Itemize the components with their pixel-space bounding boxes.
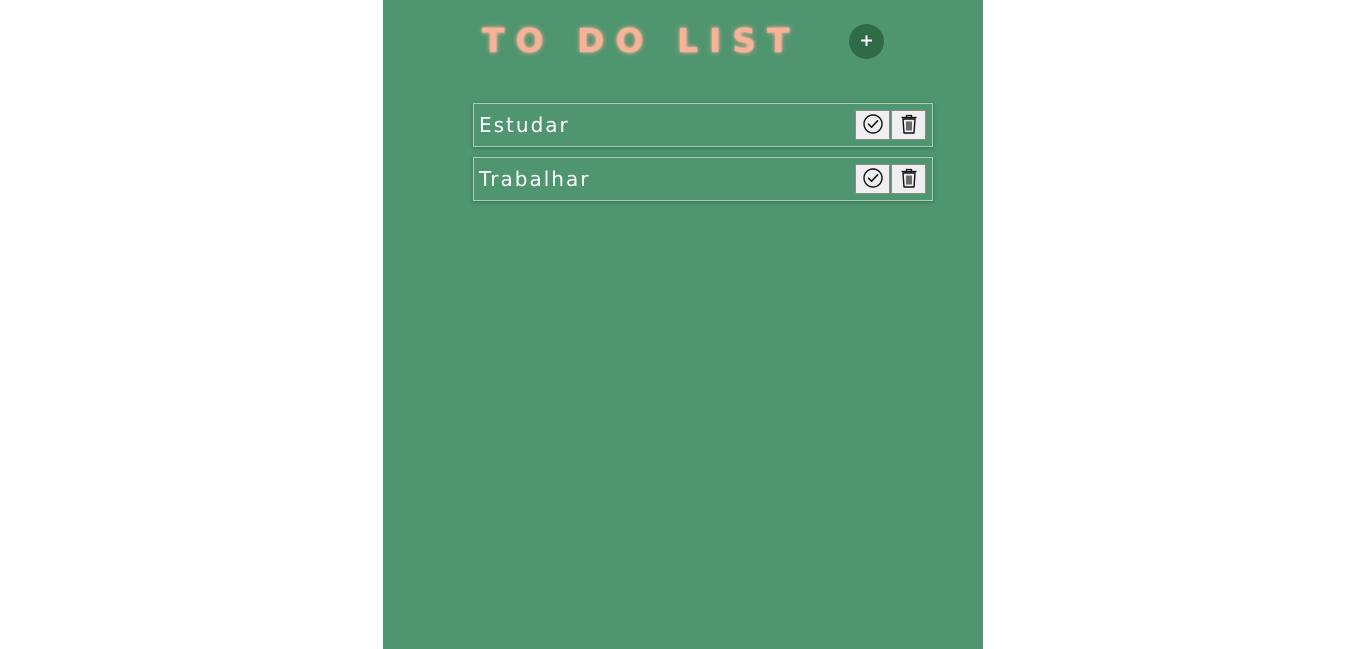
task-actions	[855, 164, 926, 194]
check-circle-icon	[862, 114, 883, 134]
task-item: Estudar	[473, 103, 933, 147]
delete-task-button[interactable]	[891, 164, 926, 194]
trash-icon	[901, 168, 916, 188]
todo-app-panel: TO DO LIST + Estudar Trabalhar	[383, 0, 983, 649]
task-list: Estudar Trabalhar	[473, 103, 933, 211]
complete-task-button[interactable]	[855, 110, 890, 140]
task-actions	[855, 110, 926, 140]
complete-task-button[interactable]	[855, 164, 890, 194]
add-task-button[interactable]: +	[849, 24, 884, 59]
delete-task-button[interactable]	[891, 110, 926, 140]
task-label: Trabalhar	[479, 167, 591, 191]
task-label: Estudar	[479, 113, 570, 137]
task-item: Trabalhar	[473, 157, 933, 201]
trash-icon	[901, 114, 916, 134]
check-circle-icon	[862, 168, 883, 188]
page-title: TO DO LIST	[482, 21, 801, 60]
